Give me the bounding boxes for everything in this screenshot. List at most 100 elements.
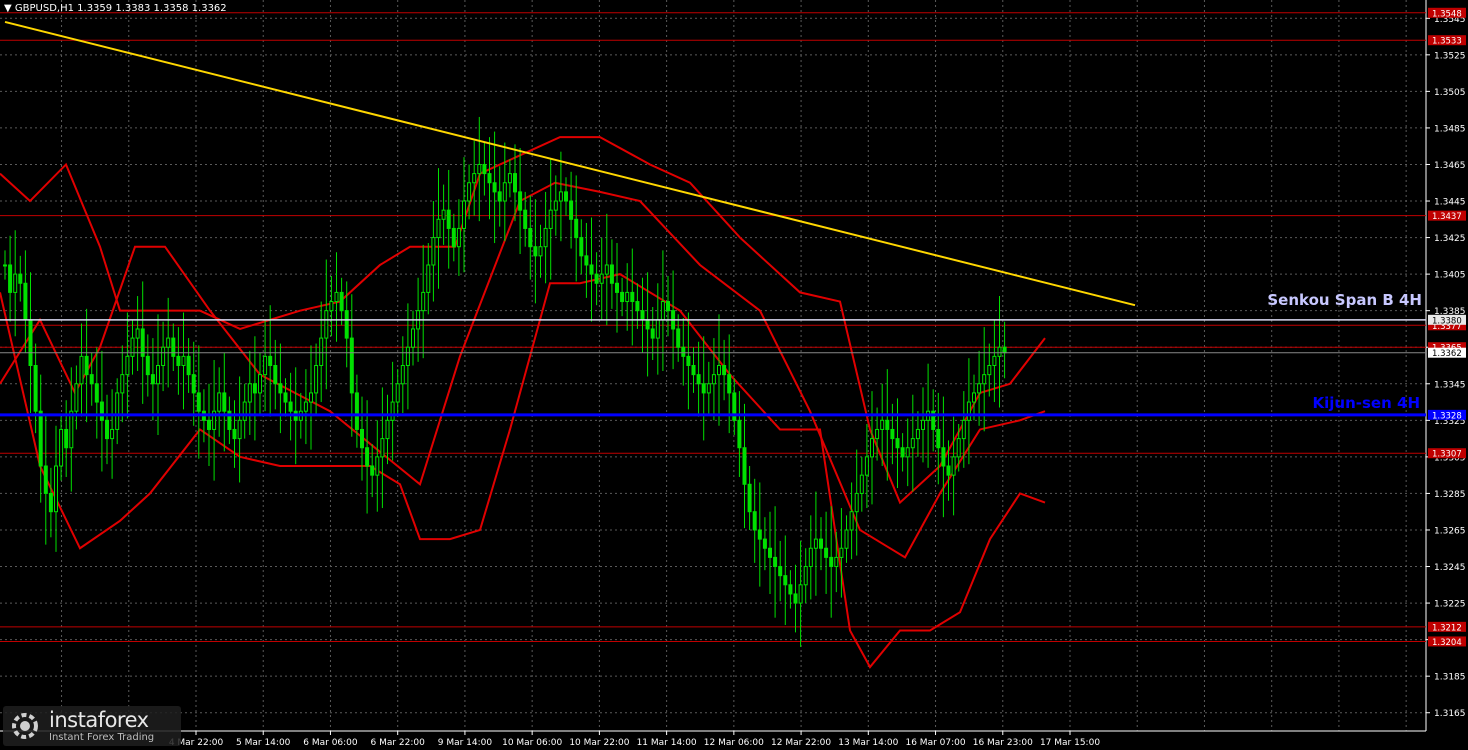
candle-body xyxy=(303,401,308,412)
candle-body xyxy=(910,438,915,449)
candle-body xyxy=(706,383,711,394)
candle-body xyxy=(834,556,839,568)
candle-body xyxy=(161,346,166,367)
candle-body xyxy=(451,227,456,248)
candle-body xyxy=(742,447,747,485)
candle-body xyxy=(242,401,247,421)
y-tick-label: 1.3525 xyxy=(1434,51,1466,61)
candle-body xyxy=(150,374,155,385)
kijun-price-label: 1.3328 xyxy=(1432,411,1462,421)
candle-body xyxy=(64,428,69,449)
candle-body xyxy=(620,291,625,303)
candle-body xyxy=(171,337,176,357)
candle-body xyxy=(319,337,324,366)
candle-body xyxy=(38,410,43,467)
level-price-label: 1.3548 xyxy=(1432,9,1462,19)
candle-body xyxy=(615,282,619,293)
candle-body xyxy=(467,182,472,202)
candle-body xyxy=(609,264,614,284)
candle-body xyxy=(752,511,757,531)
candle-body xyxy=(523,209,528,229)
candle-body xyxy=(105,419,109,440)
candle-body xyxy=(849,511,854,531)
candle-body xyxy=(727,374,732,394)
candle-body xyxy=(232,428,237,440)
candle-body xyxy=(905,447,910,458)
candle-body xyxy=(513,173,517,193)
candle-body xyxy=(890,428,895,440)
candle-body xyxy=(502,182,507,202)
logo-name: instaforex xyxy=(49,708,149,732)
candle-body xyxy=(135,328,140,339)
candle-body xyxy=(446,209,451,229)
candle-body xyxy=(110,428,115,440)
dropdown-triangle-icon[interactable]: ▼ xyxy=(4,3,12,14)
candle-body xyxy=(946,465,951,476)
candle-body xyxy=(870,438,874,458)
candle-body xyxy=(558,191,563,202)
candle-body xyxy=(84,355,89,376)
candle-body xyxy=(370,465,375,476)
candle-body xyxy=(793,593,798,604)
x-tick-label: 16 Mar 23:00 xyxy=(973,738,1033,748)
y-tick-label: 1.3185 xyxy=(1434,673,1466,683)
candle-body xyxy=(548,209,553,229)
candle-body xyxy=(421,291,426,312)
y-tick-label: 1.3285 xyxy=(1434,490,1466,500)
candle-body xyxy=(599,273,604,284)
x-tick-label: 12 Mar 06:00 xyxy=(704,738,764,748)
candle-body xyxy=(655,319,660,339)
candle-body xyxy=(349,337,354,394)
candle-body xyxy=(798,584,803,604)
candle-body xyxy=(972,392,976,403)
candle-body xyxy=(23,282,28,321)
candle-body xyxy=(344,310,349,339)
candle-body xyxy=(217,392,222,412)
candle-body xyxy=(288,401,293,412)
candle-body xyxy=(640,310,645,321)
candle-body xyxy=(492,182,497,193)
candle-body xyxy=(462,200,466,229)
candle-body xyxy=(18,273,23,284)
y-tick-label: 1.3465 xyxy=(1434,161,1466,171)
candle-body xyxy=(518,191,523,211)
candle-body xyxy=(207,419,211,430)
chart-title: ▼ GBPUSD,H1 1.3359 1.3383 1.3358 1.3362 xyxy=(4,3,227,14)
y-tick-label: 1.3405 xyxy=(1434,271,1466,281)
candle-body xyxy=(921,419,925,430)
y-tick-label: 1.3265 xyxy=(1434,526,1466,536)
candle-body xyxy=(875,428,880,440)
candle-body xyxy=(987,365,992,376)
candle-body xyxy=(803,566,808,586)
candle-body xyxy=(115,392,120,430)
candle-body xyxy=(507,173,512,184)
candle-body xyxy=(895,438,900,449)
candle-body xyxy=(711,374,716,385)
candle-body xyxy=(354,392,359,430)
candle-body xyxy=(125,355,130,376)
price-chart[interactable]: 1.31651.31851.32051.32251.32451.32651.32… xyxy=(0,0,1468,750)
x-tick-label: 10 Mar 22:00 xyxy=(569,738,629,748)
candle-body xyxy=(334,291,339,303)
x-tick-label: 13 Mar 14:00 xyxy=(838,738,898,748)
candle-body xyxy=(436,218,441,239)
candle-body xyxy=(472,173,477,184)
candle-body xyxy=(54,465,58,513)
candle-body xyxy=(819,538,823,549)
candle-body xyxy=(936,428,941,449)
candle-body xyxy=(961,419,966,440)
candle-body xyxy=(528,227,533,248)
candle-body xyxy=(645,319,650,330)
candle-body xyxy=(844,529,849,549)
logo-tagline: Instant Forex Trading xyxy=(49,732,155,743)
candle-body xyxy=(737,419,742,449)
candle-body xyxy=(324,310,329,339)
kijun-sen-label: Kijun-sen 4H xyxy=(1313,394,1420,412)
candle-body xyxy=(660,301,665,321)
candle-body xyxy=(74,383,79,412)
candle-body xyxy=(880,419,885,430)
candle-body xyxy=(900,447,905,458)
candle-body xyxy=(380,438,385,458)
candle-body xyxy=(630,291,635,303)
candle-body xyxy=(885,419,890,430)
